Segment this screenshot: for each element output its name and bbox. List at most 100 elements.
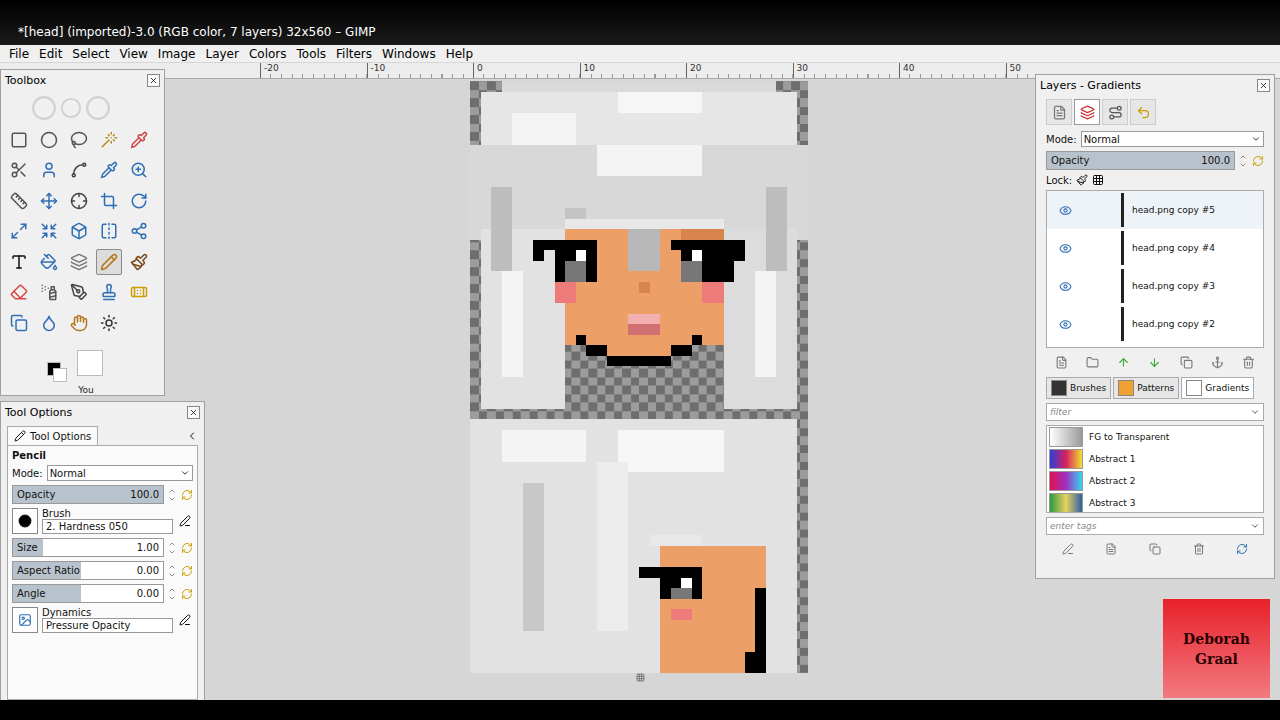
menu-item[interactable]: Colors bbox=[244, 47, 292, 61]
menu-item[interactable]: Layer bbox=[200, 47, 243, 61]
dock-tab[interactable] bbox=[1130, 99, 1156, 125]
canvas-image[interactable] bbox=[470, 81, 808, 673]
menu-item[interactable]: Windows bbox=[377, 47, 441, 61]
tool-button[interactable] bbox=[6, 188, 32, 214]
tool-button[interactable] bbox=[96, 249, 122, 275]
tool-button[interactable] bbox=[66, 188, 92, 214]
layer-row[interactable]: head.png copy #2 bbox=[1047, 305, 1263, 343]
layer-opacity-spin[interactable] bbox=[1239, 151, 1248, 170]
tool-button[interactable] bbox=[126, 218, 152, 244]
brush-scale-slider[interactable]: Angle0.00 bbox=[12, 584, 164, 603]
tool-button[interactable] bbox=[126, 249, 152, 275]
reset-icon[interactable] bbox=[181, 542, 193, 554]
menu-icon[interactable] bbox=[186, 430, 198, 442]
menu-item[interactable]: Help bbox=[441, 47, 478, 61]
tool-button[interactable] bbox=[6, 127, 32, 153]
tool-button[interactable] bbox=[66, 249, 92, 275]
resource-tab[interactable]: Patterns bbox=[1113, 377, 1179, 399]
tool-button[interactable] bbox=[126, 127, 152, 153]
menu-item[interactable]: Tools bbox=[292, 47, 332, 61]
layer-row[interactable]: head.png copy #5 bbox=[1047, 191, 1263, 229]
lock-alpha-icon[interactable] bbox=[1092, 174, 1104, 186]
lock-pixels-icon[interactable] bbox=[1076, 174, 1088, 186]
tool-button[interactable] bbox=[96, 310, 122, 336]
brush-edit[interactable] bbox=[177, 515, 193, 527]
tool-button[interactable] bbox=[36, 279, 62, 305]
tool-button[interactable] bbox=[6, 249, 32, 275]
dock-tab[interactable] bbox=[1102, 99, 1128, 125]
tool-button[interactable] bbox=[6, 218, 32, 244]
tool-button[interactable] bbox=[96, 188, 122, 214]
tool-options-tab[interactable]: Tool Options bbox=[7, 426, 98, 445]
background-color[interactable] bbox=[53, 368, 67, 382]
tool-button[interactable] bbox=[36, 310, 62, 336]
dynamics-thumb[interactable] bbox=[12, 607, 38, 633]
menu-item[interactable]: Image bbox=[153, 47, 201, 61]
mode-select[interactable]: Normal bbox=[47, 465, 193, 481]
dynamics-edit[interactable] bbox=[177, 614, 193, 626]
brush-scale-spin[interactable] bbox=[168, 561, 177, 580]
tool-button[interactable] bbox=[96, 279, 122, 305]
dynamics-field[interactable]: Pressure Opacity bbox=[42, 618, 173, 633]
filter-input[interactable]: filter bbox=[1046, 403, 1264, 421]
brush-scale-slider[interactable]: Aspect Ratio0.00 bbox=[12, 561, 164, 580]
opacity-spin[interactable] bbox=[168, 485, 177, 504]
tool-button[interactable] bbox=[36, 249, 62, 275]
reset-icon[interactable] bbox=[181, 588, 193, 600]
gradient-row[interactable]: Abstract 2 bbox=[1047, 470, 1263, 492]
tool-button[interactable] bbox=[66, 310, 92, 336]
tool-button[interactable] bbox=[6, 157, 32, 183]
tool-button[interactable] bbox=[66, 218, 92, 244]
reset-icon[interactable] bbox=[1252, 155, 1264, 167]
tool-button[interactable] bbox=[126, 188, 152, 214]
tool-button[interactable] bbox=[66, 127, 92, 153]
layer-row[interactable]: head.png copy #4 bbox=[1047, 229, 1263, 267]
visibility-toggle[interactable] bbox=[1055, 280, 1075, 293]
lower-icon[interactable] bbox=[1148, 356, 1161, 369]
close-button[interactable] bbox=[187, 406, 200, 419]
close-button[interactable] bbox=[1257, 79, 1270, 92]
anchor-icon[interactable] bbox=[1211, 356, 1224, 369]
brush-scale-slider[interactable]: Size1.00 bbox=[12, 538, 164, 557]
tool-button[interactable] bbox=[126, 157, 152, 183]
delete-icon[interactable] bbox=[1193, 543, 1205, 555]
opacity-slider[interactable]: Opacity100.0 bbox=[12, 485, 164, 504]
edit-icon[interactable] bbox=[1062, 543, 1074, 555]
tags-input[interactable]: enter tags bbox=[1046, 517, 1264, 535]
layer-row[interactable]: head.png copy #3 bbox=[1047, 267, 1263, 305]
gradient-row[interactable]: FG to Transparent bbox=[1047, 426, 1263, 448]
tool-button[interactable] bbox=[96, 127, 122, 153]
duplicate-icon[interactable] bbox=[1180, 356, 1193, 369]
tool-button[interactable] bbox=[66, 279, 92, 305]
menu-item[interactable]: Select bbox=[67, 47, 114, 61]
tool-button[interactable] bbox=[6, 310, 32, 336]
tool-button[interactable] bbox=[96, 218, 122, 244]
raise-icon[interactable] bbox=[1117, 356, 1130, 369]
mode-select[interactable]: Normal bbox=[1081, 131, 1264, 147]
visibility-toggle[interactable] bbox=[1055, 242, 1075, 255]
tool-button[interactable] bbox=[66, 157, 92, 183]
menu-item[interactable]: Edit bbox=[34, 47, 67, 61]
reset-icon[interactable] bbox=[181, 489, 193, 501]
brush-scale-spin[interactable] bbox=[168, 538, 177, 557]
resource-tab[interactable]: Gradients bbox=[1181, 377, 1254, 399]
new-layer-icon[interactable] bbox=[1055, 356, 1068, 369]
visibility-toggle[interactable] bbox=[1055, 318, 1075, 331]
gradient-row[interactable]: Abstract 3 bbox=[1047, 492, 1263, 513]
dock-tab[interactable] bbox=[1046, 99, 1072, 125]
brush-scale-spin[interactable] bbox=[168, 584, 177, 603]
new-group-icon[interactable] bbox=[1086, 356, 1099, 369]
menu-item[interactable]: Filters bbox=[331, 47, 377, 61]
tool-button[interactable] bbox=[126, 279, 152, 305]
reset-icon[interactable] bbox=[181, 565, 193, 577]
tool-button[interactable] bbox=[6, 279, 32, 305]
tool-button[interactable] bbox=[36, 188, 62, 214]
dock-tab[interactable] bbox=[1074, 99, 1100, 125]
tool-button[interactable] bbox=[36, 157, 62, 183]
tool-button[interactable] bbox=[36, 127, 62, 153]
tool-button[interactable] bbox=[36, 218, 62, 244]
gradient-row[interactable]: Abstract 1 bbox=[1047, 448, 1263, 470]
brush-preview[interactable] bbox=[77, 350, 103, 376]
brush-field[interactable]: 2. Hardness 050 bbox=[42, 519, 173, 534]
duplicate-icon[interactable] bbox=[1149, 543, 1161, 555]
